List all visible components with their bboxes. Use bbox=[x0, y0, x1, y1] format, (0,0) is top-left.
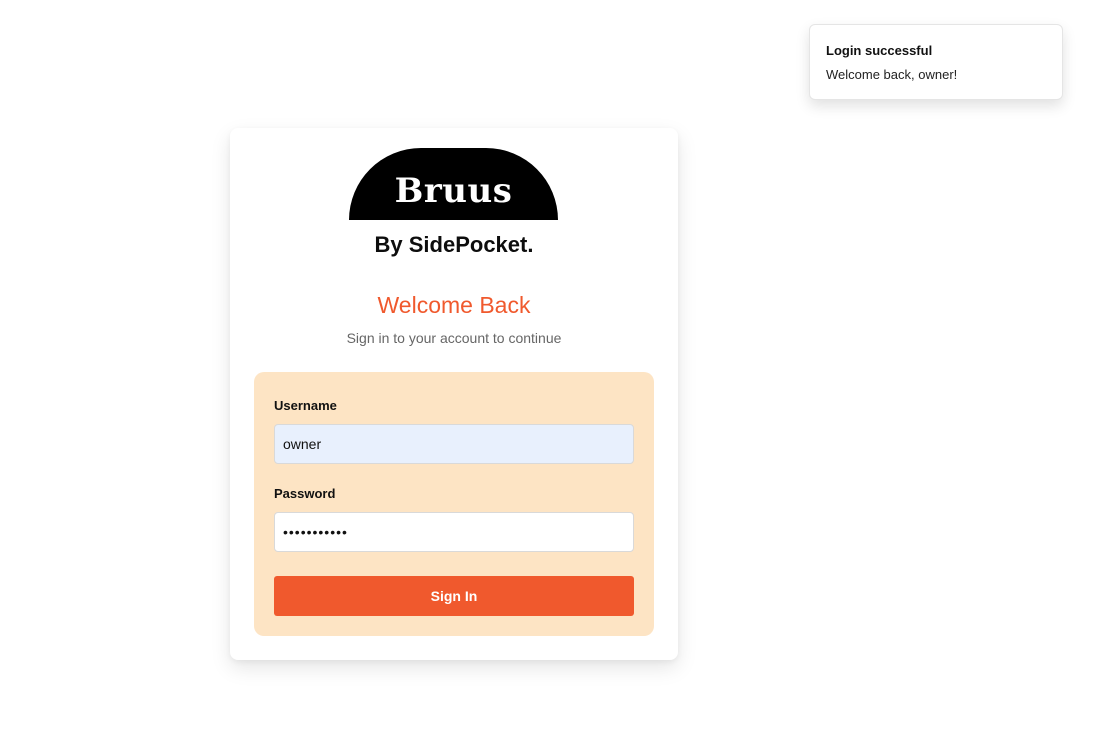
sign-in-button[interactable]: Sign In bbox=[274, 576, 634, 616]
toast-title: Login successful bbox=[826, 43, 933, 58]
password-label: Password bbox=[274, 486, 336, 501]
login-success-toast: Login successful Welcome back, owner! bbox=[809, 24, 1063, 100]
login-form: Username Password Sign In bbox=[254, 372, 654, 636]
username-input[interactable] bbox=[274, 424, 634, 464]
toast-message: Welcome back, owner! bbox=[826, 67, 958, 82]
password-input[interactable] bbox=[274, 512, 634, 552]
page-title: Welcome Back bbox=[377, 292, 531, 318]
login-card: Bruus By SidePocket. Welcome Back Sign i… bbox=[230, 128, 678, 660]
brand-logo: Bruus bbox=[349, 148, 558, 220]
logo-text: Bruus bbox=[394, 171, 513, 211]
brand-tagline: By SidePocket. bbox=[374, 232, 534, 257]
page-subtitle: Sign in to your account to continue bbox=[346, 330, 562, 346]
username-label: Username bbox=[274, 398, 337, 413]
